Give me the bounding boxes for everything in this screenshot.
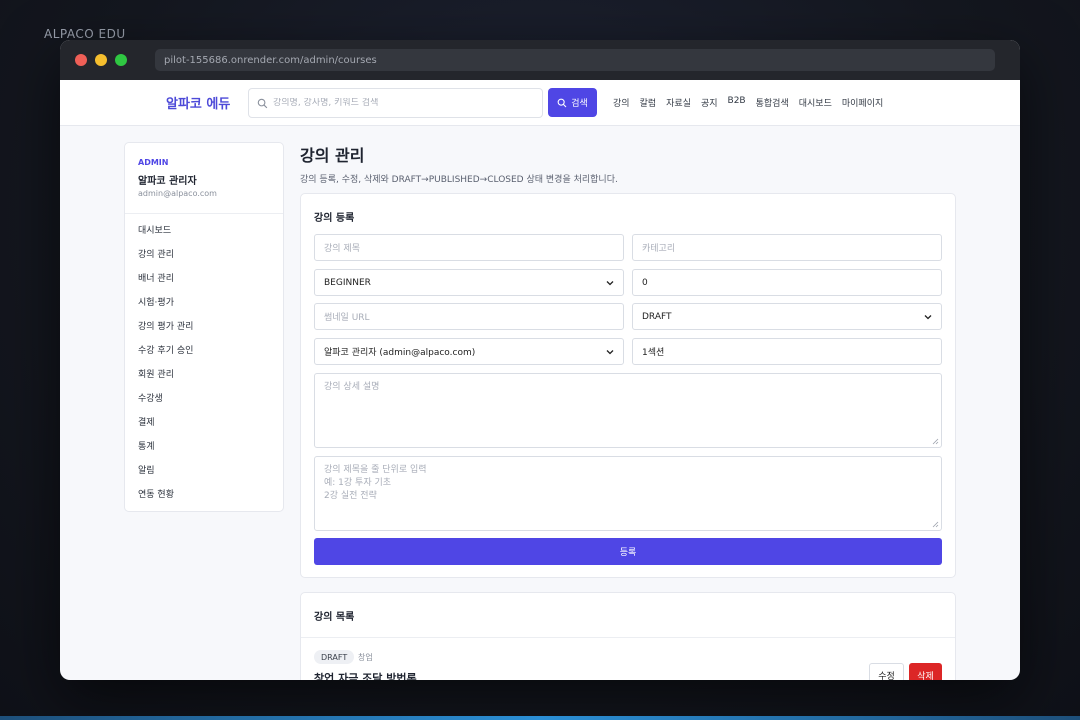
top-navbar: 알파코 에듀 검색 강의 칼럼 자료실 공지 B2B 통합검색 대시보드 마이페… <box>60 80 1020 126</box>
instructor-select-value: 알파코 관리자 (admin@alpaco.com) <box>324 348 476 358</box>
main-panel: 강의 관리 강의 등록, 수정, 삭제와 DRAFT→PUBLISHED→CLO… <box>300 142 956 680</box>
description-textarea[interactable]: 강의 상세 설명 <box>314 373 942 448</box>
search-input[interactable] <box>273 98 523 108</box>
search-icon <box>257 98 268 108</box>
delete-button[interactable]: 삭제 <box>909 663 942 680</box>
resize-handle-icon[interactable] <box>932 521 939 528</box>
search-button[interactable]: 검색 <box>548 88 597 117</box>
sidebar-item-courses[interactable]: 강의 관리 <box>138 249 193 273</box>
sidebar-item-integrations[interactable]: 연동 현황 <box>138 489 193 513</box>
lessons-textarea[interactable]: 강의 제목을 줄 단위로 입력 예: 1강 투자 기초 2강 실전 전략 <box>314 456 942 531</box>
edit-button[interactable]: 수정 <box>869 663 904 680</box>
chevron-down-icon <box>606 280 614 285</box>
user-role-badge: ADMIN <box>138 158 169 167</box>
search-icon <box>557 98 567 107</box>
course-list-card: 강의 목록 DRAFT 창업 창업 자금 조달 방법론 수정 삭제 <box>300 592 956 680</box>
lessons-placeholder-line: 2강 실전 전략 <box>324 491 377 501</box>
page-title: 강의 관리 <box>300 146 365 165</box>
maximize-window-button[interactable] <box>115 54 127 66</box>
status-badge: DRAFT <box>314 650 355 664</box>
sidebar-item-banners[interactable]: 배너 관리 <box>138 273 193 297</box>
sidebar-item-course-reviews[interactable]: 강의 평가 관리 <box>138 321 193 345</box>
nav-link-mypage[interactable]: 마이페이지 <box>842 96 883 109</box>
course-title[interactable]: 창업 자금 조달 방법론 <box>314 670 417 680</box>
level-select-value: BEGINNER <box>324 277 371 288</box>
price-input[interactable]: 0 <box>632 269 942 296</box>
status-select[interactable]: DRAFT <box>632 303 942 330</box>
lessons-placeholder-line: 강의 제목을 줄 단위로 입력 <box>324 465 427 475</box>
admin-sidebar: ADMIN 알파코 관리자 admin@alpaco.com 대시보드 강의 관… <box>124 142 284 512</box>
sidebar-menu: 대시보드 강의 관리 배너 관리 시험·평가 강의 평가 관리 수강 후기 승인… <box>138 225 193 513</box>
bottom-accent-line <box>0 716 1080 720</box>
brand-label: ALPACO EDU <box>44 27 126 41</box>
nav-link-resources[interactable]: 자료실 <box>666 96 691 109</box>
sidebar-item-students[interactable]: 수강생 <box>138 393 193 417</box>
search-box[interactable] <box>248 88 543 118</box>
sidebar-item-notifications[interactable]: 알림 <box>138 465 193 489</box>
status-select-value: DRAFT <box>642 311 672 322</box>
sidebar-item-payments[interactable]: 결제 <box>138 417 193 441</box>
nav-link-unified-search[interactable]: 통합검색 <box>756 96 789 109</box>
list-card-title: 강의 목록 <box>314 612 355 623</box>
chevron-down-icon <box>924 314 932 319</box>
browser-window: pilot-155686.onrender.com/admin/courses … <box>60 40 1020 680</box>
page-content: ADMIN 알파코 관리자 admin@alpaco.com 대시보드 강의 관… <box>60 126 1020 680</box>
register-card-title: 강의 등록 <box>314 213 355 224</box>
minimize-window-button[interactable] <box>95 54 107 66</box>
nav-link-notices[interactable]: 공지 <box>701 96 718 109</box>
course-title-input[interactable]: 강의 제목 <box>314 234 624 261</box>
page-description: 강의 등록, 수정, 삭제와 DRAFT→PUBLISHED→CLOSED 상태… <box>300 175 618 185</box>
user-email: admin@alpaco.com <box>138 189 217 198</box>
nav-links: 강의 칼럼 자료실 공지 B2B 통합검색 대시보드 마이페이지 <box>613 96 893 109</box>
lessons-placeholder-line: 예: 1강 투자 기초 <box>324 478 392 488</box>
sidebar-item-review-approval[interactable]: 수강 후기 승인 <box>138 345 193 369</box>
section-input[interactable]: 1섹션 <box>632 338 942 365</box>
search-button-label: 검색 <box>571 99 588 109</box>
description-placeholder: 강의 상세 설명 <box>324 382 380 392</box>
category-input[interactable]: 카테고리 <box>632 234 942 261</box>
course-register-card: 강의 등록 강의 제목 카테고리 BEGINNER 0 썸네일 URL DRAF… <box>300 193 956 578</box>
list-divider <box>301 637 955 638</box>
nav-link-dashboard[interactable]: 대시보드 <box>799 96 832 109</box>
sidebar-item-members[interactable]: 회원 관리 <box>138 369 193 393</box>
instructor-select[interactable]: 알파코 관리자 (admin@alpaco.com) <box>314 338 624 365</box>
resize-handle-icon[interactable] <box>932 438 939 445</box>
user-name: 알파코 관리자 <box>138 176 197 187</box>
thumbnail-url-input[interactable]: 썸네일 URL <box>314 303 624 330</box>
nav-link-columns[interactable]: 칼럼 <box>640 96 657 109</box>
browser-titlebar: pilot-155686.onrender.com/admin/courses <box>60 40 1020 80</box>
course-category: 창업 <box>358 653 373 662</box>
site-logo[interactable]: 알파코 에듀 <box>166 93 230 112</box>
nav-link-b2b[interactable]: B2B <box>728 96 746 109</box>
sidebar-divider <box>125 213 283 214</box>
sidebar-item-dashboard[interactable]: 대시보드 <box>138 225 193 249</box>
level-select[interactable]: BEGINNER <box>314 269 624 296</box>
nav-link-courses[interactable]: 강의 <box>613 96 630 109</box>
chevron-down-icon <box>606 349 614 354</box>
address-bar[interactable]: pilot-155686.onrender.com/admin/courses <box>155 49 995 71</box>
sidebar-item-exams[interactable]: 시험·평가 <box>138 297 193 321</box>
register-button[interactable]: 등록 <box>314 538 942 565</box>
close-window-button[interactable] <box>75 54 87 66</box>
sidebar-item-statistics[interactable]: 통계 <box>138 441 193 465</box>
